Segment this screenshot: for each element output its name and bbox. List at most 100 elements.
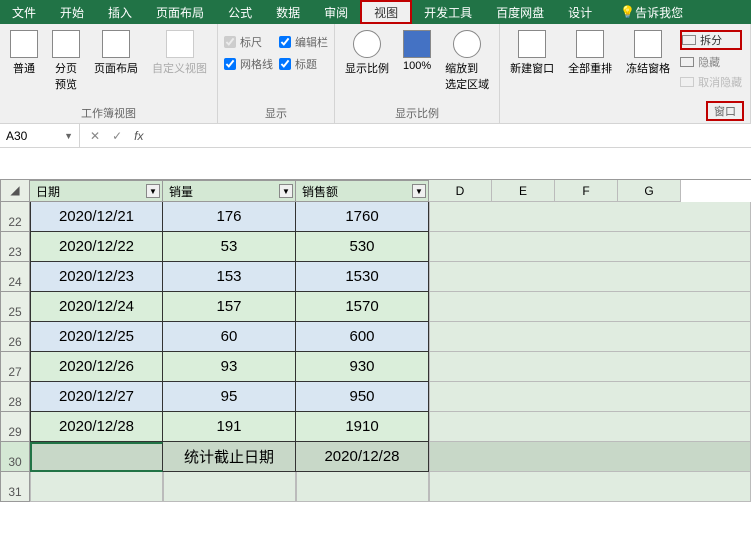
cell-empty[interactable] — [429, 442, 751, 472]
cell-empty[interactable] — [429, 412, 751, 442]
cell-empty[interactable] — [429, 202, 751, 232]
row-header[interactable]: 25 — [0, 292, 30, 322]
cell-summary-label[interactable]: 统计截止日期 — [163, 442, 296, 472]
cell-empty[interactable] — [429, 382, 751, 412]
filter-date-icon[interactable]: ▼ — [146, 184, 160, 198]
arrange-button[interactable]: 全部重排 — [564, 28, 616, 78]
row-header[interactable]: 31 — [0, 472, 30, 502]
cell-amt[interactable]: 950 — [296, 382, 429, 412]
zoom-button[interactable]: 显示比例 — [341, 28, 393, 78]
cell-empty[interactable] — [163, 472, 296, 502]
split-button[interactable]: 拆分 — [680, 30, 742, 50]
row-header[interactable]: 30 — [0, 442, 30, 472]
group-zoom: 显示比例 100% 缩放到 选定区域 显示比例 — [335, 24, 500, 123]
cell-qty[interactable]: 191 — [163, 412, 296, 442]
select-all[interactable]: ◢ — [0, 180, 30, 202]
tab-baidu[interactable]: 百度网盘 — [484, 0, 556, 24]
col-header-qty[interactable]: 销量▼ — [163, 180, 296, 202]
col-header-e[interactable]: E — [492, 180, 555, 202]
tab-insert[interactable]: 插入 — [96, 0, 144, 24]
tab-layout[interactable]: 页面布局 — [144, 0, 216, 24]
filter-amt-icon[interactable]: ▼ — [412, 184, 426, 198]
tab-file[interactable]: 文件 — [0, 0, 48, 24]
cell-empty[interactable] — [429, 472, 751, 502]
pagelayout-button[interactable]: 页面布局 — [90, 28, 142, 78]
filter-qty-icon[interactable]: ▼ — [279, 184, 293, 198]
unhide-button[interactable]: 取消隐藏 — [680, 74, 742, 90]
newwin-button[interactable]: 新建窗口 — [506, 28, 558, 78]
cell-qty[interactable]: 93 — [163, 352, 296, 382]
cell-amt[interactable]: 930 — [296, 352, 429, 382]
cell-amt[interactable]: 1760 — [296, 202, 429, 232]
tab-review[interactable]: 审阅 — [312, 0, 360, 24]
cancel-icon[interactable]: ✕ — [90, 129, 100, 143]
gridlines-checkbox[interactable]: 网格线 — [224, 56, 273, 72]
row-header[interactable]: 24 — [0, 262, 30, 292]
cell-empty[interactable] — [429, 232, 751, 262]
tab-dev[interactable]: 开发工具 — [412, 0, 484, 24]
tab-home[interactable]: 开始 — [48, 0, 96, 24]
table-row: 2020/12/22 53 530 — [30, 232, 751, 262]
col-header-g[interactable]: G — [618, 180, 681, 202]
tab-view[interactable]: 视图 — [360, 0, 412, 24]
row-header[interactable]: 26 — [0, 322, 30, 352]
cell-active[interactable] — [30, 442, 163, 472]
customview-button[interactable]: 自定义视图 — [148, 28, 211, 78]
row-header[interactable]: 29 — [0, 412, 30, 442]
cell-amt[interactable]: 1530 — [296, 262, 429, 292]
row-header[interactable]: 27 — [0, 352, 30, 382]
row-header[interactable]: 28 — [0, 382, 30, 412]
cell-qty[interactable]: 153 — [163, 262, 296, 292]
pagebreak-button[interactable]: 分页 预览 — [48, 28, 84, 94]
cell-empty[interactable] — [296, 472, 429, 502]
formulabar-checkbox[interactable]: 编辑栏 — [279, 34, 328, 50]
cell-date[interactable]: 2020/12/26 — [30, 352, 163, 382]
ruler-checkbox[interactable]: 标尺 — [224, 34, 273, 50]
cell-amt[interactable]: 600 — [296, 322, 429, 352]
cell-date[interactable]: 2020/12/28 — [30, 412, 163, 442]
cell-date[interactable]: 2020/12/25 — [30, 322, 163, 352]
cell-qty[interactable]: 95 — [163, 382, 296, 412]
freeze-button[interactable]: 冻结窗格 — [622, 28, 674, 78]
hide-button[interactable]: 隐藏 — [680, 54, 742, 70]
cell-date[interactable]: 2020/12/22 — [30, 232, 163, 262]
cell-qty[interactable]: 60 — [163, 322, 296, 352]
cell-empty[interactable] — [429, 352, 751, 382]
cell-date[interactable]: 2020/12/23 — [30, 262, 163, 292]
cell-amt[interactable]: 530 — [296, 232, 429, 262]
tab-formulas[interactable]: 公式 — [216, 0, 264, 24]
cell-qty[interactable]: 53 — [163, 232, 296, 262]
col-header-d[interactable]: D — [429, 180, 492, 202]
cell-empty[interactable] — [429, 262, 751, 292]
zoomsel-button[interactable]: 缩放到 选定区域 — [441, 28, 493, 94]
cell-date[interactable]: 2020/12/21 — [30, 202, 163, 232]
tab-tellme[interactable]: 💡 告诉我您 — [608, 0, 695, 24]
cell-empty[interactable] — [429, 322, 751, 352]
cell-qty[interactable]: 176 — [163, 202, 296, 232]
freeze-label: 冻结窗格 — [626, 60, 670, 76]
col-header-f[interactable]: F — [555, 180, 618, 202]
cell-qty[interactable]: 157 — [163, 292, 296, 322]
zoom-icon — [353, 30, 381, 58]
name-box[interactable]: A30▼ — [0, 124, 80, 147]
row-header[interactable]: 23 — [0, 232, 30, 262]
normal-view-button[interactable]: 普通 — [6, 28, 42, 78]
zoom100-button[interactable]: 100% — [399, 28, 435, 74]
cell-amt[interactable]: 1570 — [296, 292, 429, 322]
tab-design[interactable]: 设计 — [556, 0, 604, 24]
cell-empty[interactable] — [429, 292, 751, 322]
cell-summary-value[interactable]: 2020/12/28 — [296, 442, 429, 472]
tab-data[interactable]: 数据 — [264, 0, 312, 24]
group-show-label: 显示 — [224, 103, 328, 121]
col-header-date[interactable]: 日期▼ — [30, 180, 163, 202]
cell-empty[interactable] — [30, 472, 163, 502]
row-header[interactable]: 22 — [0, 202, 30, 232]
cell-date[interactable]: 2020/12/24 — [30, 292, 163, 322]
enter-icon[interactable]: ✓ — [112, 129, 122, 143]
col-header-amt[interactable]: 销售额▼ — [296, 180, 429, 202]
headings-checkbox[interactable]: 标题 — [279, 56, 328, 72]
fx-icon[interactable]: fx — [134, 129, 143, 143]
row-headers: ◢ 22232425262728293031 — [0, 180, 30, 502]
cell-date[interactable]: 2020/12/27 — [30, 382, 163, 412]
cell-amt[interactable]: 1910 — [296, 412, 429, 442]
